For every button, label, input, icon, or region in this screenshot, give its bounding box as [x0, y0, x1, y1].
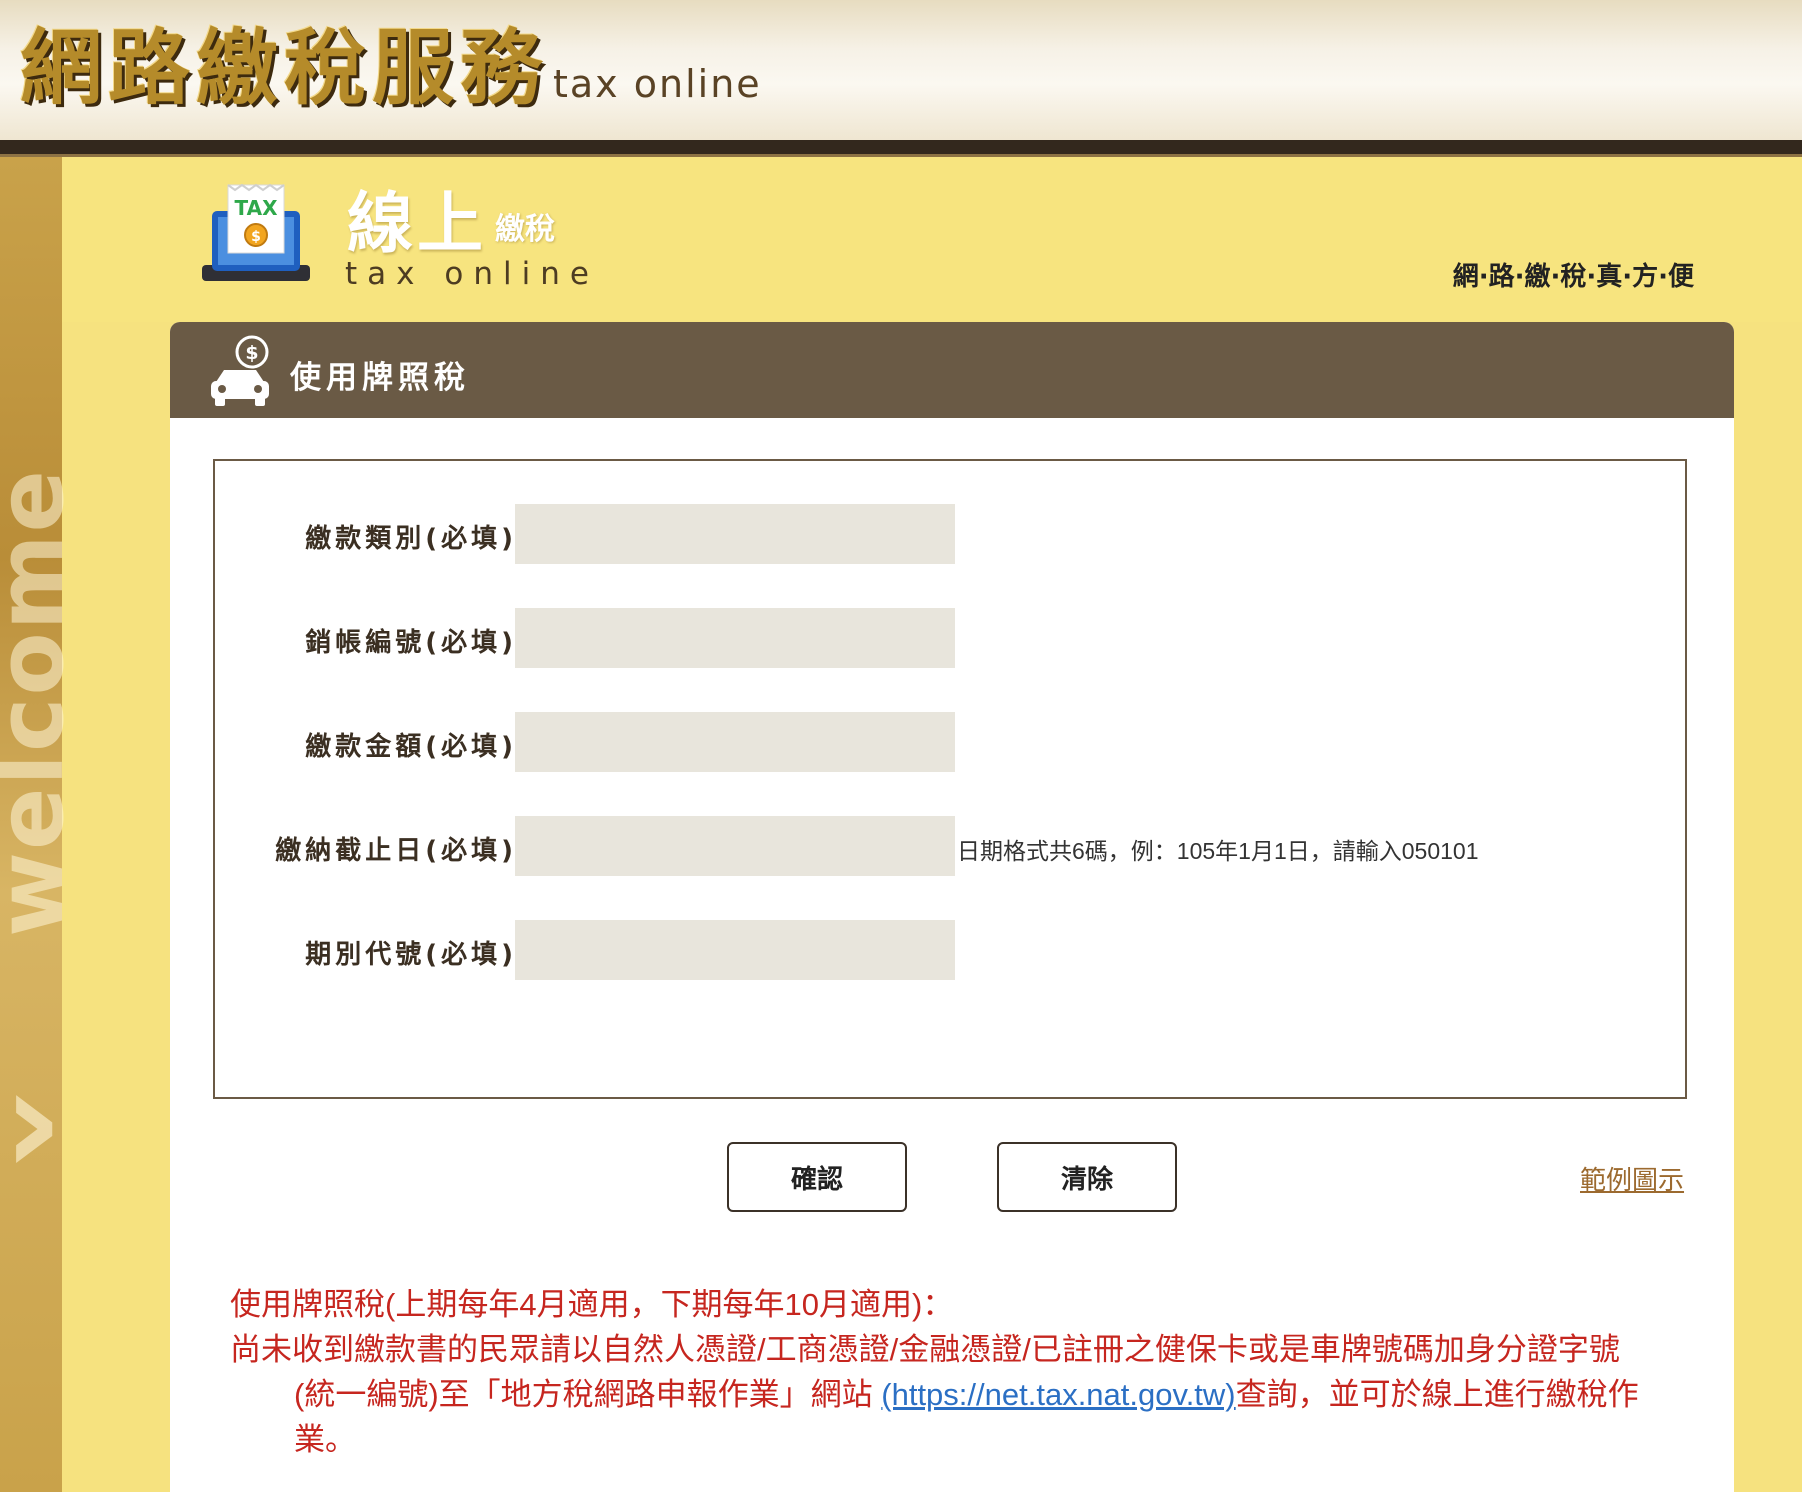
tax-site-link[interactable]: (https://net.tax.nat.gov.tw): [881, 1377, 1235, 1412]
header-slogan: 網·路·繳·稅·真·方·便: [1452, 262, 1694, 292]
due-date-label: 繳納截止日(必填): [275, 836, 517, 866]
panel-title: 使用牌照稅: [290, 360, 470, 396]
payment-type-label: 繳款類別(必填): [305, 524, 517, 554]
side-decoration: welcome ›: [0, 157, 84, 1492]
confirm-button[interactable]: 確認: [727, 1142, 907, 1212]
period-code-input[interactable]: [515, 920, 955, 980]
header-title-suffix: 繳稅: [495, 212, 555, 247]
tax-receipt-icon: TAX $: [202, 183, 310, 281]
payment-amount-input[interactable]: [515, 712, 955, 772]
app-header: [62, 157, 1802, 322]
site-title: 網路繳稅服務: [20, 20, 549, 116]
account-number-input[interactable]: [515, 608, 955, 668]
payment-type-input[interactable]: [515, 504, 955, 564]
header-title: 線上: [347, 185, 487, 262]
license-tax-notice: 使用牌照稅(上期每年4月適用，下期每年10月適用)： 尚未收到繳款書的民眾請以自…: [230, 1282, 1650, 1462]
banner-divider: [0, 140, 1802, 154]
site-subtitle: tax online: [553, 62, 762, 106]
welcome-watermark: welcome: [0, 467, 84, 937]
account-number-label: 銷帳編號(必填): [305, 628, 517, 658]
payment-amount-label: 繳款金額(必填): [305, 732, 517, 762]
example-image-link[interactable]: 範例圖示: [1580, 1160, 1684, 1197]
panel-header: $ 使用牌照稅: [170, 322, 1734, 418]
clear-button[interactable]: 清除: [997, 1142, 1177, 1212]
site-banner: 網路繳稅服務 tax online: [0, 0, 1802, 140]
payment-panel: $ 使用牌照稅 繳款類別(必填) 銷帳編號(必填) 繳款金額(必填) 繳納截止日…: [170, 322, 1734, 1492]
due-date-hint: 日期格式共6碼，例：105年1月1日，請輸入050101: [957, 838, 1479, 864]
car-dollar-icon: $: [211, 335, 269, 406]
period-code-label: 期別代號(必填): [305, 940, 517, 970]
svg-text:TAX: TAX: [235, 196, 279, 220]
chevron-right-icon: ›: [2, 1035, 64, 1209]
svg-text:$: $: [245, 342, 258, 364]
notice-line-2: 尚未收到繳款書的民眾請以自然人憑證/工商憑證/金融憑證/已註冊之健保卡或是車牌號…: [230, 1327, 1650, 1462]
notice-line-1: 使用牌照稅(上期每年4月適用，下期每年10月適用)：: [230, 1287, 954, 1322]
payment-form: 繳款類別(必填) 銷帳編號(必填) 繳款金額(必填) 繳納截止日(必填) 日期格…: [213, 459, 1687, 1099]
svg-text:$: $: [251, 229, 261, 245]
due-date-input[interactable]: [515, 816, 955, 876]
header-subtitle: tax online: [345, 256, 599, 292]
